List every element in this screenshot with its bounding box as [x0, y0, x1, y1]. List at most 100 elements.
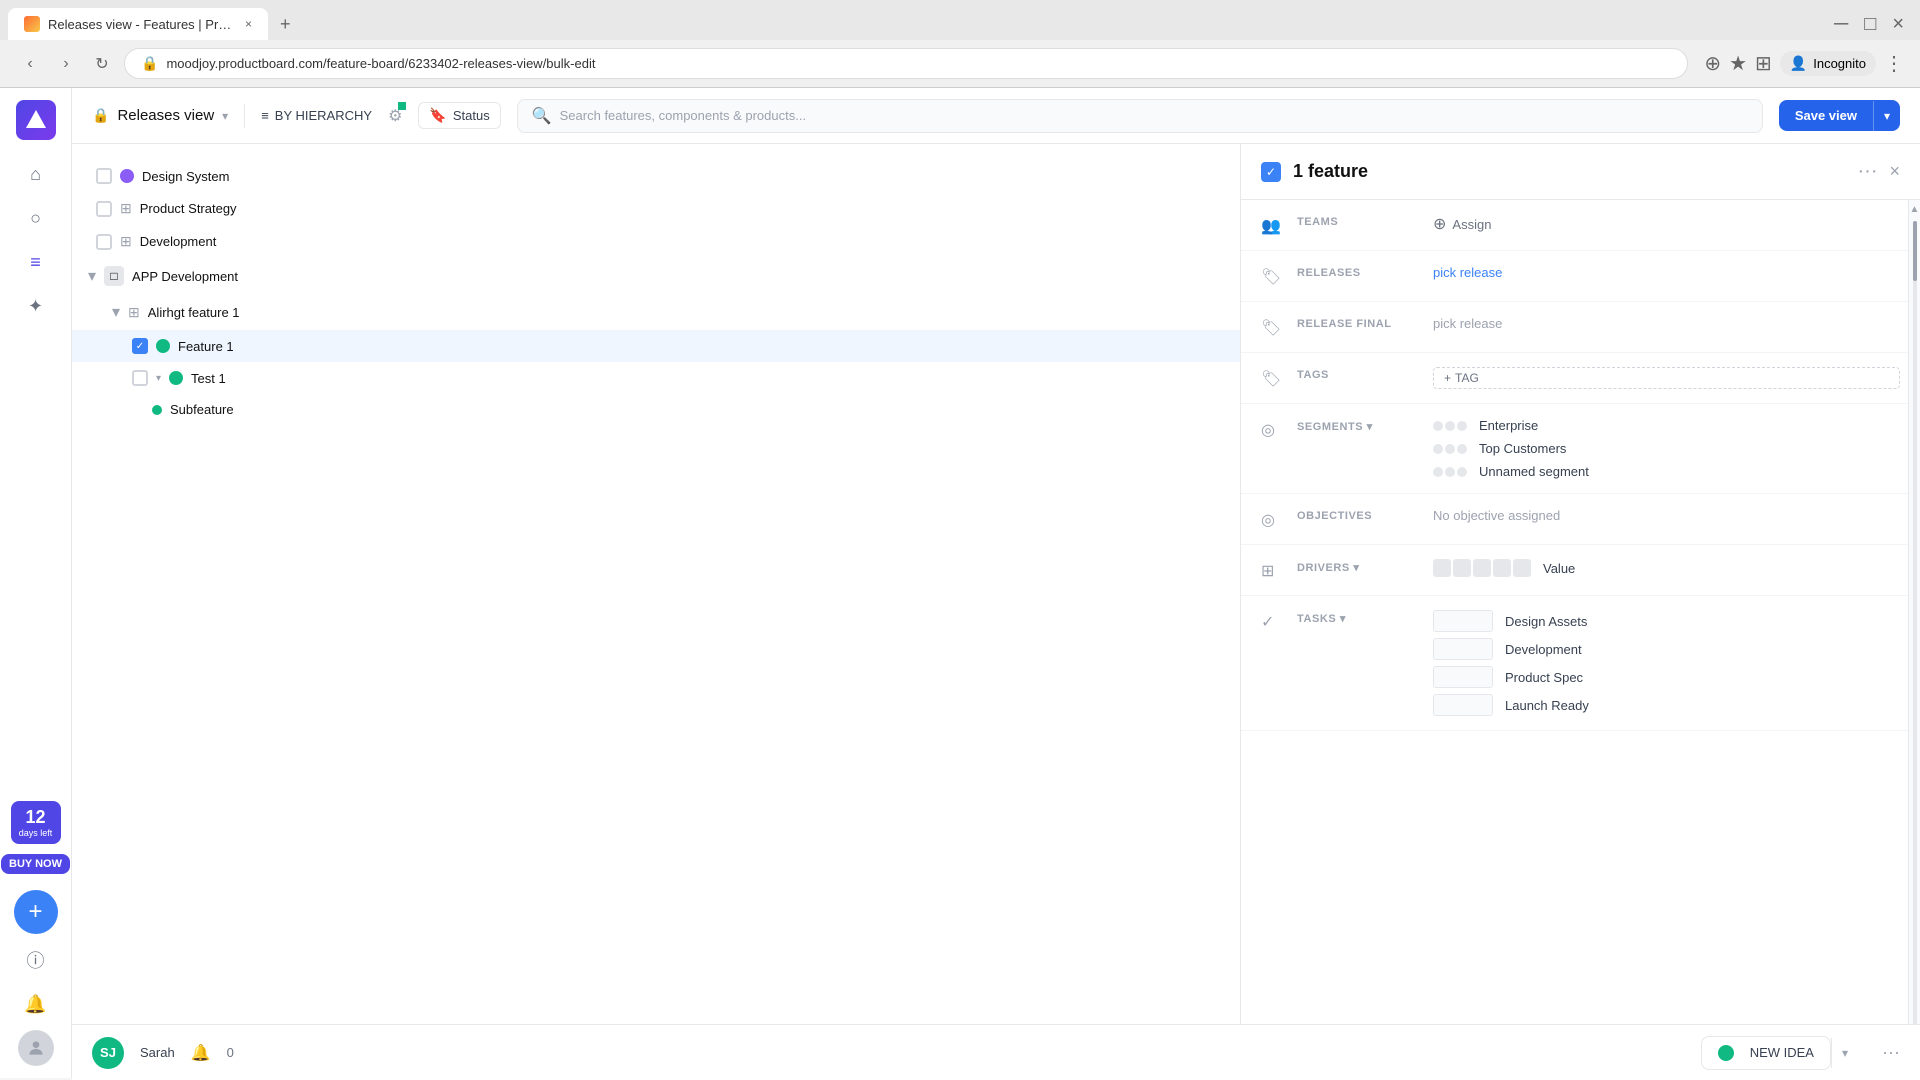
list-item[interactable]: ⊞ Product Strategy [72, 192, 1240, 225]
segment-toggle[interactable] [1433, 444, 1467, 454]
divider-1 [244, 104, 245, 128]
list-item[interactable]: ▾ ⊞ Alirhgt feature 1 [72, 294, 1240, 330]
app-logo[interactable] [16, 100, 56, 140]
bottom-more-button[interactable]: ··· [1882, 1042, 1900, 1063]
item-checkbox[interactable] [96, 234, 112, 250]
panel-row-teams: 👥 TEAMS ⊕ Assign [1241, 200, 1920, 251]
cast-icon[interactable]: ⊕ [1704, 51, 1721, 76]
panel-select-checkbox[interactable]: ✓ [1261, 162, 1281, 182]
user-avatar-sidebar[interactable] [18, 1030, 54, 1066]
save-view-button[interactable]: Save view ▾ [1779, 100, 1900, 131]
feature-name: Product Strategy [140, 201, 237, 216]
drivers-chevron[interactable]: ▾ [1353, 562, 1359, 574]
url-bar[interactable]: 🔒 moodjoy.productboard.com/feature-board… [124, 48, 1688, 79]
tag-label: TAG [1455, 371, 1479, 385]
right-panel: ✓ 1 feature ··· × 👥 TEAMS ⊕ [1240, 144, 1920, 1078]
buy-button[interactable]: BUY NOW [1, 854, 70, 874]
search-icon: 🔍 [532, 106, 552, 126]
list-item[interactable]: Subfeature [72, 394, 1240, 425]
item-checkbox[interactable]: ✓ [132, 338, 148, 354]
sidebar-item-list[interactable]: ≡ [18, 244, 54, 280]
sidebar-item-info[interactable]: ⓘ [18, 942, 54, 978]
filter-button[interactable]: ⚙ [388, 106, 402, 126]
release-final-icon: 🏷 [1261, 318, 1281, 338]
panel-scrollbar: ▲ ▼ [1908, 200, 1920, 1078]
scroll-thumb[interactable] [1913, 221, 1917, 281]
panel-row-releases: 🏷 RELEASES pick release [1241, 251, 1920, 302]
new-idea-chevron[interactable]: ▾ [1831, 1038, 1858, 1068]
segment-item: Enterprise [1433, 418, 1900, 433]
hierarchy-button[interactable]: ≡ BY HIERARCHY [261, 108, 372, 123]
task-checkbox[interactable] [1433, 638, 1493, 660]
save-view-arrow[interactable]: ▾ [1873, 101, 1900, 131]
task-checkbox[interactable] [1433, 610, 1493, 632]
trial-days: 12 [19, 807, 53, 828]
sidebar-item-circle[interactable]: ○ [18, 200, 54, 236]
tasks-list: Design Assets Development Product Spec [1433, 610, 1900, 716]
tasks-chevron[interactable]: ▾ [1340, 613, 1346, 625]
sidebar-item-bell[interactable]: 🔔 [18, 986, 54, 1022]
browser-menu-button[interactable]: ⋮ [1884, 51, 1904, 76]
tasks-value: Design Assets Development Product Spec [1433, 610, 1900, 716]
list-item[interactable]: Design System [72, 160, 1240, 192]
item-checkbox[interactable] [132, 370, 148, 386]
refresh-button[interactable]: ↻ [88, 50, 116, 78]
minimize-button[interactable]: ─ [1834, 13, 1848, 36]
task-checkbox[interactable] [1433, 666, 1493, 688]
hierarchy-label: BY HIERARCHY [275, 108, 372, 123]
pick-release-final-link[interactable]: pick release [1433, 316, 1502, 331]
sidebar-item-star[interactable]: ✦ [18, 288, 54, 324]
bookmark-icon[interactable]: ★ [1729, 51, 1747, 76]
close-window-button[interactable]: × [1892, 13, 1904, 36]
stars-container [1433, 559, 1531, 577]
forward-button[interactable]: › [52, 50, 80, 78]
teams-value: ⊕ Assign [1433, 214, 1900, 234]
feature-name: Alirhgt feature 1 [148, 305, 240, 320]
panel-row-objectives: ◎ OBJECTIVES No objective assigned [1241, 494, 1920, 545]
item-checkbox[interactable] [96, 168, 112, 184]
back-button[interactable]: ‹ [16, 50, 44, 78]
task-name: Launch Ready [1505, 698, 1589, 713]
assign-button[interactable]: ⊕ Assign [1433, 214, 1900, 234]
task-name: Development [1505, 642, 1582, 657]
active-tab[interactable]: Releases view - Features | Produ... × [8, 8, 268, 40]
hierarchy-icon: ≡ [261, 108, 269, 123]
view-title-chevron[interactable]: ▾ [222, 109, 228, 123]
status-button[interactable]: 🔖 Status [418, 102, 500, 129]
new-idea-button[interactable]: NEW IDEA [1701, 1036, 1831, 1070]
section-toggle-icon[interactable]: ▾ [88, 266, 96, 286]
new-tab-button[interactable]: + [272, 10, 299, 39]
section-toggle-icon[interactable]: ▾ [112, 302, 120, 322]
list-item[interactable]: ▾ □ APP Development [72, 258, 1240, 294]
maximize-button[interactable]: □ [1864, 13, 1876, 36]
segment-toggle[interactable] [1433, 467, 1467, 477]
pick-release-link[interactable]: pick release [1433, 265, 1502, 280]
search-bar[interactable]: 🔍 Search features, components & products… [517, 99, 1763, 133]
list-item[interactable]: ✓ Feature 1 [72, 330, 1240, 362]
item-checkbox[interactable] [96, 201, 112, 217]
tab-close-button[interactable]: × [245, 17, 252, 31]
view-title-section: 🔒 Releases view ▾ [92, 107, 228, 124]
feature-name: Design System [142, 169, 229, 184]
extension-icon[interactable]: ⊞ [1755, 51, 1772, 76]
task-checkbox[interactable] [1433, 694, 1493, 716]
incognito-badge[interactable]: 👤 Incognito [1780, 51, 1876, 76]
sidebar-item-home[interactable]: ⌂ [18, 156, 54, 192]
releases-label: RELEASES [1297, 267, 1417, 279]
panel-row-drivers: ⊞ DRIVERS ▾ [1241, 545, 1920, 596]
list-item[interactable]: ▾ Test 1 [72, 362, 1240, 394]
list-item[interactable]: ⊞ Development [72, 225, 1240, 258]
sub-toggle-icon[interactable]: ▾ [156, 373, 161, 384]
panel-close-button[interactable]: × [1889, 161, 1900, 182]
segments-chevron[interactable]: ▾ [1367, 421, 1373, 433]
notify-icon: 🔔 [191, 1043, 211, 1063]
segment-toggle[interactable] [1433, 421, 1467, 431]
user-avatar[interactable]: SJ [92, 1037, 124, 1069]
scroll-up-button[interactable]: ▲ [1906, 200, 1920, 219]
add-button[interactable]: + [14, 890, 58, 934]
add-tag-button[interactable]: + TAG [1433, 367, 1900, 389]
task-item: Launch Ready [1433, 694, 1900, 716]
tab-title: Releases view - Features | Produ... [48, 17, 237, 32]
panel-more-button[interactable]: ··· [1858, 160, 1878, 183]
drivers-label: DRIVERS ▾ [1297, 561, 1417, 574]
